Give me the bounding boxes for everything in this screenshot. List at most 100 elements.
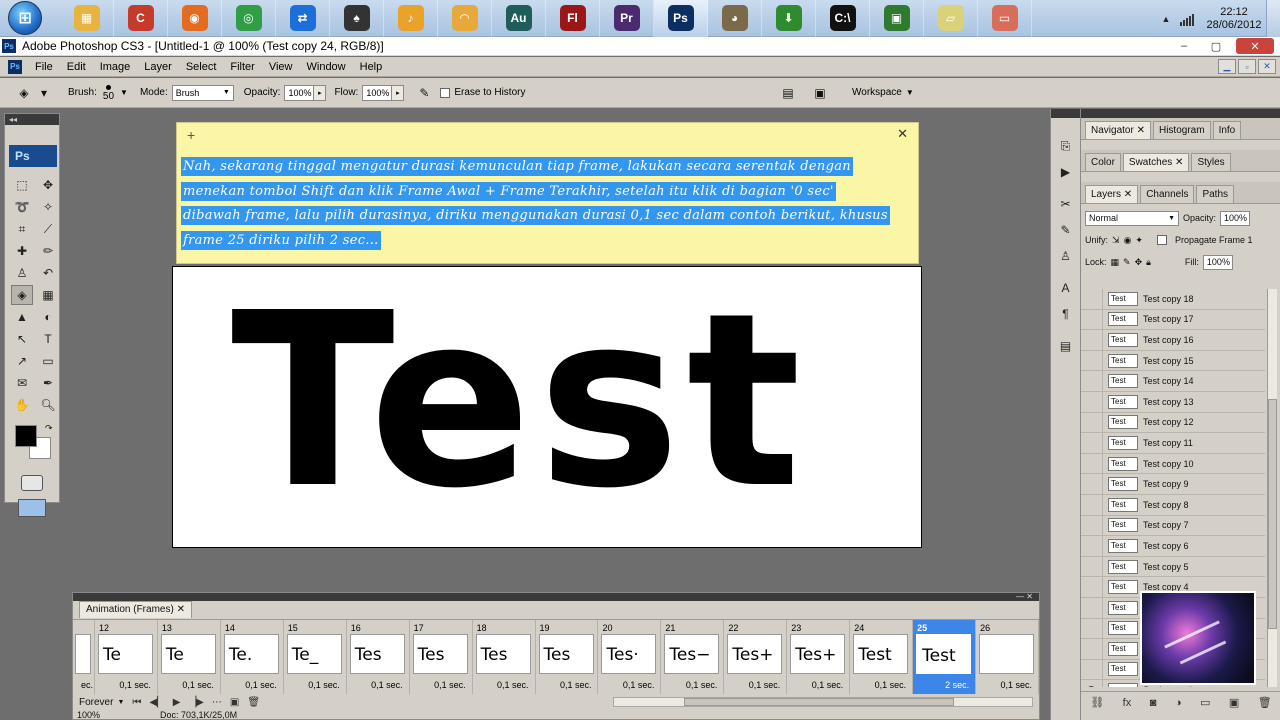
taskbar-app-button[interactable]: ◉ [168, 0, 222, 37]
animation-frame[interactable]: 14 Te. 0,1 sec. [221, 620, 284, 694]
workspace-dropdown-icon[interactable]: ▼ [906, 88, 914, 97]
taskbar-app-button[interactable]: C [114, 0, 168, 37]
slice-tool-icon[interactable]: ⟋ [37, 219, 59, 239]
foreground-color[interactable] [15, 425, 37, 447]
layer-row[interactable]: Test Test copy 14 [1081, 371, 1265, 392]
opacity-input[interactable]: 100% [284, 84, 315, 101]
taskbar-app-button[interactable]: Pr [600, 0, 654, 37]
link-layers-icon[interactable]: ⛓ [1090, 696, 1104, 709]
clone-source-icon[interactable]: ♙ [1056, 246, 1076, 266]
layer-row[interactable]: Test Test copy 6 [1081, 535, 1265, 557]
visibility-toggle[interactable] [1081, 432, 1103, 453]
visibility-toggle[interactable] [1081, 515, 1103, 536]
taskbar-app-button[interactable]: ⬇ [762, 0, 816, 37]
animation-frame[interactable]: 25 Test 2 sec. [913, 620, 977, 694]
swap-colors-icon[interactable]: ↷ [45, 423, 53, 434]
brushes-panel-icon[interactable]: ✎ [1056, 220, 1076, 240]
layer-row[interactable]: Test Test copy 7 [1081, 515, 1265, 537]
tab-styles[interactable]: Styles [1191, 153, 1231, 171]
history-panel-icon[interactable]: ⎘ [1056, 136, 1076, 156]
animation-frame[interactable]: 23 Tes+ 0,1 sec. [787, 620, 851, 694]
palette-well-icon[interactable]: ▤ [778, 84, 798, 102]
zoom-level[interactable]: 100% [77, 710, 100, 720]
menu-file[interactable]: File [28, 61, 60, 73]
visibility-toggle[interactable] [1081, 659, 1103, 680]
layer-row[interactable]: Test Test copy 17 [1081, 309, 1265, 331]
document-icon[interactable]: Ps [8, 59, 22, 74]
animation-frame[interactable]: 24 Test 0,1 sec. [850, 620, 914, 694]
visibility-toggle[interactable] [1081, 638, 1103, 659]
loop-select[interactable]: Forever ▼ [79, 697, 124, 708]
visibility-toggle[interactable] [1081, 371, 1103, 392]
frame-duration[interactable]: 0,1 sec. [812, 680, 844, 690]
note-close-icon[interactable]: ✕ [897, 126, 908, 142]
visibility-toggle[interactable] [1081, 453, 1103, 474]
new-group-icon[interactable]: ▭ [1200, 696, 1210, 709]
eyedropper-tool-icon[interactable]: ✒ [37, 373, 59, 393]
direct-selection-tool-icon[interactable]: ↗ [11, 351, 33, 371]
lock-all-icon[interactable]: 🔒︎ [1146, 257, 1151, 268]
tab-animation-frames[interactable]: Animation (Frames) ✕ [79, 601, 192, 618]
taskbar-app-button[interactable]: ▣ [870, 0, 924, 37]
layer-row[interactable]: Test Test copy 15 [1081, 350, 1265, 372]
adjustment-layer-icon[interactable]: ◑ [1175, 697, 1182, 709]
path-selection-tool-icon[interactable]: ↖ [11, 329, 33, 349]
type-tool-icon[interactable]: T [37, 329, 59, 349]
panel-menu-icon[interactable]: — ✕ [1016, 592, 1033, 601]
duplicate-frame-icon[interactable]: ▣ [230, 697, 239, 708]
visibility-toggle[interactable] [1081, 494, 1103, 515]
history-brush-tool-icon[interactable]: ↶ [37, 263, 59, 283]
layers-scrollbar-thumb[interactable] [1268, 399, 1277, 629]
layer-row[interactable]: Test Test copy 9 [1081, 474, 1265, 495]
clone-stamp-tool-icon[interactable]: ♙ [11, 263, 33, 283]
tab-color[interactable]: Color [1085, 153, 1121, 171]
magic-wand-tool-icon[interactable]: ✧ [37, 197, 59, 217]
animation-frame[interactable]: 16 Tes 0,1 sec. [347, 620, 410, 694]
lock-transparency-icon[interactable]: ▦ [1111, 257, 1120, 268]
layer-mask-icon[interactable]: ◙ [1150, 697, 1157, 709]
taskbar-app-button[interactable]: ⇄ [276, 0, 330, 37]
move-tool-icon[interactable]: ✥ [37, 175, 59, 195]
screen-mode-button[interactable] [18, 499, 46, 517]
animation-frame[interactable]: 12 Te 0,1 sec. [95, 620, 158, 694]
frame-partial[interactable]: ec. [73, 620, 95, 694]
frame-duration[interactable]: 0,1 sec. [1001, 680, 1033, 690]
delete-frame-icon[interactable]: 🗑︎ [247, 697, 260, 708]
tool-preset-arrow-icon[interactable]: ▾ [34, 84, 54, 102]
visibility-toggle[interactable] [1081, 597, 1103, 618]
animation-frame[interactable]: 18 Tes 0,1 sec. [473, 620, 536, 694]
tab-navigator[interactable]: Navigator ✕ [1085, 121, 1151, 139]
play-icon[interactable]: ▶ [173, 697, 181, 708]
signal-icon[interactable] [1180, 12, 1196, 26]
frame-duration[interactable]: 0,1 sec. [623, 680, 655, 690]
tween-icon[interactable]: ⋯ [212, 697, 222, 708]
minimize-button[interactable]: ‒ [1172, 38, 1196, 54]
taskbar-app-button[interactable]: C:\ [816, 0, 870, 37]
blend-mode-select[interactable]: Normal ▼ [1085, 210, 1179, 226]
visibility-toggle[interactable] [1081, 474, 1103, 495]
menu-layer[interactable]: Layer [137, 61, 179, 73]
lock-pixels-icon[interactable]: ✎ [1123, 257, 1131, 268]
taskbar-app-button[interactable]: ▭ [978, 0, 1032, 37]
frame-duration[interactable]: 0,1 sec. [308, 680, 340, 690]
tab-layers[interactable]: Layers ✕ [1085, 185, 1139, 203]
eraser-tool-icon[interactable]: ◈ [11, 285, 33, 305]
quick-mask-button[interactable] [21, 475, 43, 491]
animation-frame[interactable]: 21 Tes− 0,1 sec. [661, 620, 725, 694]
prev-frame-icon[interactable]: ◀▏ [149, 697, 164, 708]
taskbar-app-button[interactable]: Fl [546, 0, 600, 37]
layer-style-icon[interactable]: fx [1123, 697, 1132, 709]
unify-position-icon[interactable]: ⇲ [1112, 235, 1120, 246]
actions-panel-icon[interactable]: ▶ [1056, 162, 1076, 182]
taskbar-app-button[interactable]: ▦ [60, 0, 114, 37]
tab-swatches[interactable]: Swatches ✕ [1122, 153, 1190, 171]
menu-filter[interactable]: Filter [223, 61, 261, 73]
taskbar-app-button[interactable]: Au [492, 0, 546, 37]
menu-select[interactable]: Select [179, 61, 224, 73]
document-canvas[interactable]: Test [172, 266, 922, 548]
visibility-toggle[interactable] [1081, 577, 1103, 598]
visibility-toggle[interactable] [1081, 556, 1103, 577]
animation-frame[interactable]: 13 Te 0,1 sec. [158, 620, 221, 694]
visibility-toggle[interactable]: 👁︎ [1081, 680, 1103, 687]
healing-brush-tool-icon[interactable]: ✚ [11, 241, 33, 261]
